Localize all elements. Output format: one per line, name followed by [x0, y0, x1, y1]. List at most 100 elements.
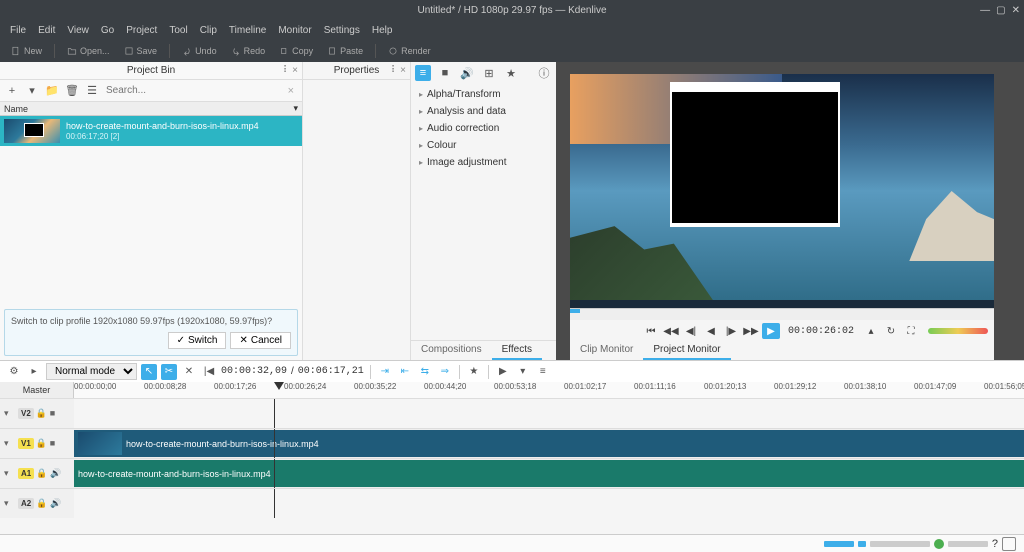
select-tool-icon[interactable]: ↖ — [141, 364, 157, 380]
copy-button[interactable]: Copy — [274, 44, 318, 58]
track-label[interactable]: V2 — [18, 408, 34, 419]
redo-button[interactable]: Redo — [226, 44, 271, 58]
audio-clip[interactable]: how-to-create-mount-and-burn-isos-in-lin… — [74, 460, 1024, 487]
playhead-icon[interactable] — [274, 382, 284, 390]
monitor-timecode[interactable]: 00:00:26:02 — [782, 326, 860, 337]
overwrite-icon[interactable]: ⇆ — [417, 364, 433, 380]
volume-meter[interactable] — [928, 328, 988, 334]
menu-project[interactable]: Project — [120, 25, 163, 36]
undo-button[interactable]: Undo — [177, 44, 222, 58]
menu-file[interactable]: File — [4, 25, 32, 36]
status-dot-green[interactable] — [934, 539, 944, 549]
close-icon[interactable]: ✕ — [1012, 5, 1020, 16]
expand-icon[interactable]: ▸ — [26, 364, 42, 380]
save-button[interactable]: Save — [119, 44, 163, 58]
gear-icon[interactable]: ⚙ — [6, 364, 22, 380]
insert-icon[interactable]: ⇒ — [437, 364, 453, 380]
open-button[interactable]: Open... — [62, 44, 115, 58]
custom-effects-icon[interactable]: ⊞ — [481, 65, 497, 81]
menu-monitor[interactable]: Monitor — [272, 25, 317, 36]
play-button[interactable]: ▶ — [762, 323, 780, 339]
menu-help[interactable]: Help — [366, 25, 399, 36]
bin-clip-item[interactable]: how-to-create-mount-and-burn-isos-in-lin… — [0, 116, 302, 146]
zone-out-icon[interactable]: ⇤ — [397, 364, 413, 380]
zoom-slider[interactable] — [870, 541, 930, 547]
track-label[interactable]: V1 — [18, 438, 34, 449]
menu-clip[interactable]: Clip — [194, 25, 223, 36]
menu-edit[interactable]: Edit — [32, 25, 61, 36]
caret-down-icon[interactable]: ▾ — [4, 438, 16, 450]
timeline-position[interactable]: 00:00:32,09 — [221, 366, 287, 377]
switch-button[interactable]: ✓Switch — [168, 332, 227, 349]
minimize-icon[interactable]: — — [980, 5, 990, 16]
forward-icon[interactable]: ▶▶ — [742, 323, 760, 339]
prev-frame-icon[interactable]: ◀| — [682, 323, 700, 339]
panel-close-icon[interactable]: × — [292, 65, 298, 76]
track-label[interactable]: A2 — [18, 498, 34, 509]
razor-tool-icon[interactable]: ✂ — [161, 364, 177, 380]
status-slider[interactable] — [948, 541, 988, 547]
menu-settings[interactable]: Settings — [318, 25, 366, 36]
video-effects-icon[interactable]: ■ — [437, 65, 453, 81]
loop-icon[interactable]: ↻ — [882, 323, 900, 339]
rewind-icon[interactable]: ◀◀ — [662, 323, 680, 339]
menu-tool[interactable]: Tool — [163, 25, 193, 36]
next-frame-icon[interactable]: |▶ — [722, 323, 740, 339]
new-button[interactable]: New — [6, 44, 47, 58]
audio-effects-icon[interactable]: 🔊 — [459, 65, 475, 81]
zone-in-icon[interactable]: ⇥ — [377, 364, 393, 380]
caret-down-icon[interactable]: ▾ — [4, 408, 16, 420]
menu-view[interactable]: View — [61, 25, 95, 36]
timeline-ruler[interactable]: 00:00:00;00 00:00:08;28 00:00:17;26 00:0… — [74, 382, 1024, 398]
panel-menu-icon[interactable]: ⠇ — [391, 65, 398, 76]
favorite-icon[interactable]: ★ — [466, 364, 482, 380]
tab-compositions[interactable]: Compositions — [411, 341, 492, 360]
main-effects-icon[interactable]: ≡ — [415, 65, 431, 81]
help-icon[interactable]: ? — [992, 538, 998, 550]
caret-down-icon[interactable]: ▾ — [4, 498, 16, 510]
favorite-effects-icon[interactable]: ★ — [503, 65, 519, 81]
effect-category[interactable]: ▸Audio correction — [411, 120, 556, 137]
effect-category[interactable]: ▸Image adjustment — [411, 154, 556, 171]
lock-icon[interactable]: 🔒 — [36, 498, 48, 510]
tab-clip-monitor[interactable]: Clip Monitor — [570, 342, 643, 360]
search-input[interactable] — [104, 83, 280, 98]
zoom-segment[interactable] — [858, 541, 866, 547]
lock-icon[interactable]: 🔒 — [36, 438, 48, 450]
delete-icon[interactable]: 🗑 — [64, 83, 80, 99]
spacer-tool-icon[interactable]: ✕ — [181, 364, 197, 380]
caret-up-icon[interactable]: ▴ — [862, 323, 880, 339]
render-button[interactable]: Render — [383, 44, 436, 58]
play-reverse-icon[interactable]: ◀ — [702, 323, 720, 339]
list-view-icon[interactable]: ☰ — [84, 83, 100, 99]
status-box-icon[interactable] — [1002, 537, 1016, 551]
panel-menu-icon[interactable]: ⠇ — [283, 65, 290, 76]
info-icon[interactable]: ⓘ — [536, 65, 552, 81]
camera-icon[interactable]: ■ — [50, 408, 62, 420]
chevron-down-icon[interactable]: ▾ — [24, 83, 40, 99]
monitor-ruler[interactable] — [570, 308, 994, 320]
preview-render-icon[interactable]: ▶ — [495, 364, 511, 380]
add-clip-icon[interactable]: + — [4, 83, 20, 99]
lock-icon[interactable]: 🔒 — [36, 408, 48, 420]
folder-up-icon[interactable]: 📁 — [44, 83, 60, 99]
panel-close-icon[interactable]: × — [400, 65, 406, 76]
list-icon[interactable]: ≡ — [535, 364, 551, 380]
tab-project-monitor[interactable]: Project Monitor — [643, 342, 730, 360]
clear-search-icon[interactable]: × — [284, 85, 298, 97]
edit-mode-select[interactable]: Normal mode — [46, 363, 137, 380]
master-track-label[interactable]: Master — [0, 382, 74, 398]
monitor-view[interactable] — [570, 74, 994, 308]
lock-icon[interactable]: 🔒 — [36, 468, 48, 480]
menu-go[interactable]: Go — [95, 25, 120, 36]
chevron-down-icon[interactable]: ▾ — [515, 364, 531, 380]
menu-timeline[interactable]: Timeline — [223, 25, 272, 36]
cancel-button[interactable]: ✕Cancel — [230, 332, 291, 349]
effect-category[interactable]: ▸Colour — [411, 137, 556, 154]
track-label[interactable]: A1 — [18, 468, 34, 479]
video-clip[interactable]: how-to-create-mount-and-burn-isos-in-lin… — [74, 430, 1024, 457]
caret-down-icon[interactable]: ▾ — [4, 468, 16, 480]
speaker-icon[interactable]: 🔊 — [50, 498, 62, 510]
tab-effects[interactable]: Effects — [492, 341, 542, 360]
bin-name-header[interactable]: Name ▾ — [0, 102, 302, 116]
